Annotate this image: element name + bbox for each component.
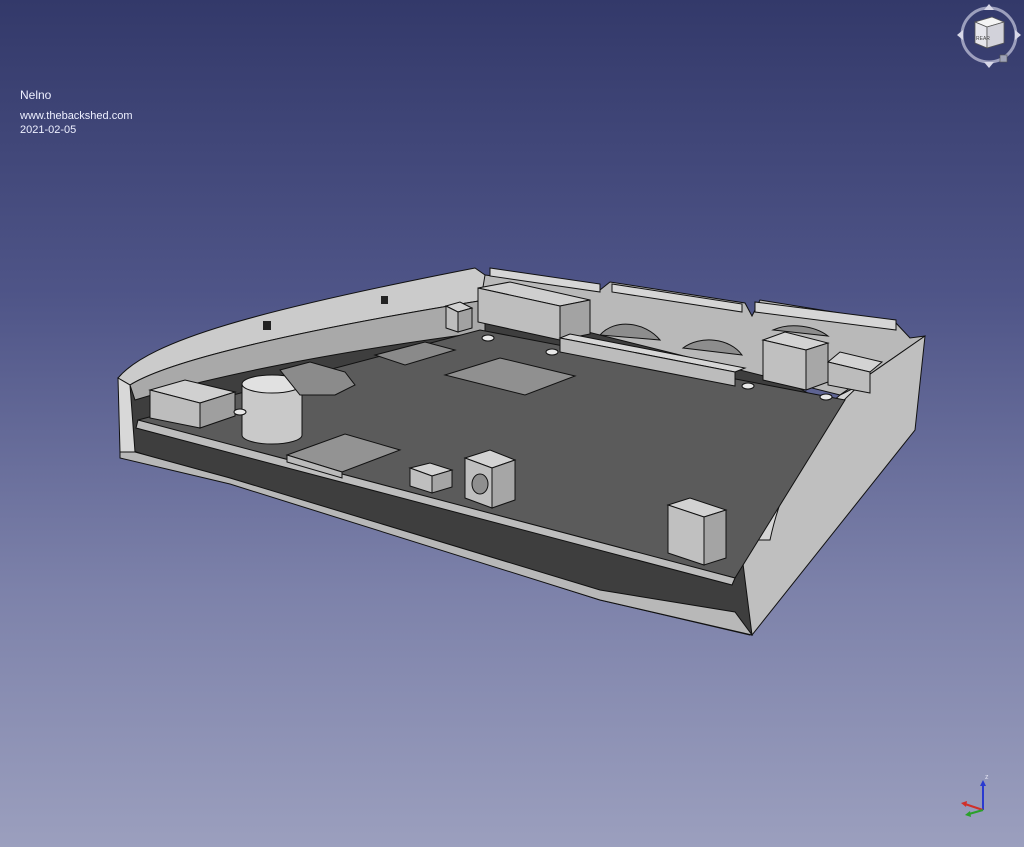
- navcube-arrow-down[interactable]: [984, 62, 994, 68]
- wall-slot-2: [381, 296, 388, 304]
- 3d-viewport[interactable]: [0, 0, 1024, 847]
- small-part: [408, 462, 454, 494]
- overlay-name: Nelno: [20, 88, 52, 102]
- mount-hole-4: [819, 393, 833, 401]
- connector-back-small: [444, 301, 474, 333]
- axis-cross-icon: z: [961, 774, 989, 817]
- wall-slot-1: [263, 321, 271, 330]
- connector-back-2: [761, 331, 830, 391]
- navigation-cube-icon[interactable]: REAR: [954, 0, 1024, 72]
- mount-hole-3: [741, 382, 755, 390]
- navcube-menu-button[interactable]: [999, 54, 1008, 63]
- connector-right-front: [666, 497, 728, 566]
- navcube-cube[interactable]: [973, 16, 1006, 49]
- overlay-website: www.thebackshed.com: [20, 110, 133, 122]
- axis-z-label: z: [985, 774, 989, 781]
- navcube-face-label: REAR: [976, 36, 990, 42]
- navcube-arrow-left[interactable]: [957, 30, 963, 40]
- navcube-arrow-right[interactable]: [1015, 30, 1021, 40]
- push-button-switch: [463, 449, 517, 509]
- mount-hole-2: [545, 348, 559, 356]
- overlay-info: Nelno www.thebackshed.com 2021-02-05: [20, 88, 133, 137]
- mount-hole-5: [233, 408, 247, 416]
- mount-hole-1: [481, 334, 495, 342]
- overlay-date: 2021-02-05: [20, 124, 77, 136]
